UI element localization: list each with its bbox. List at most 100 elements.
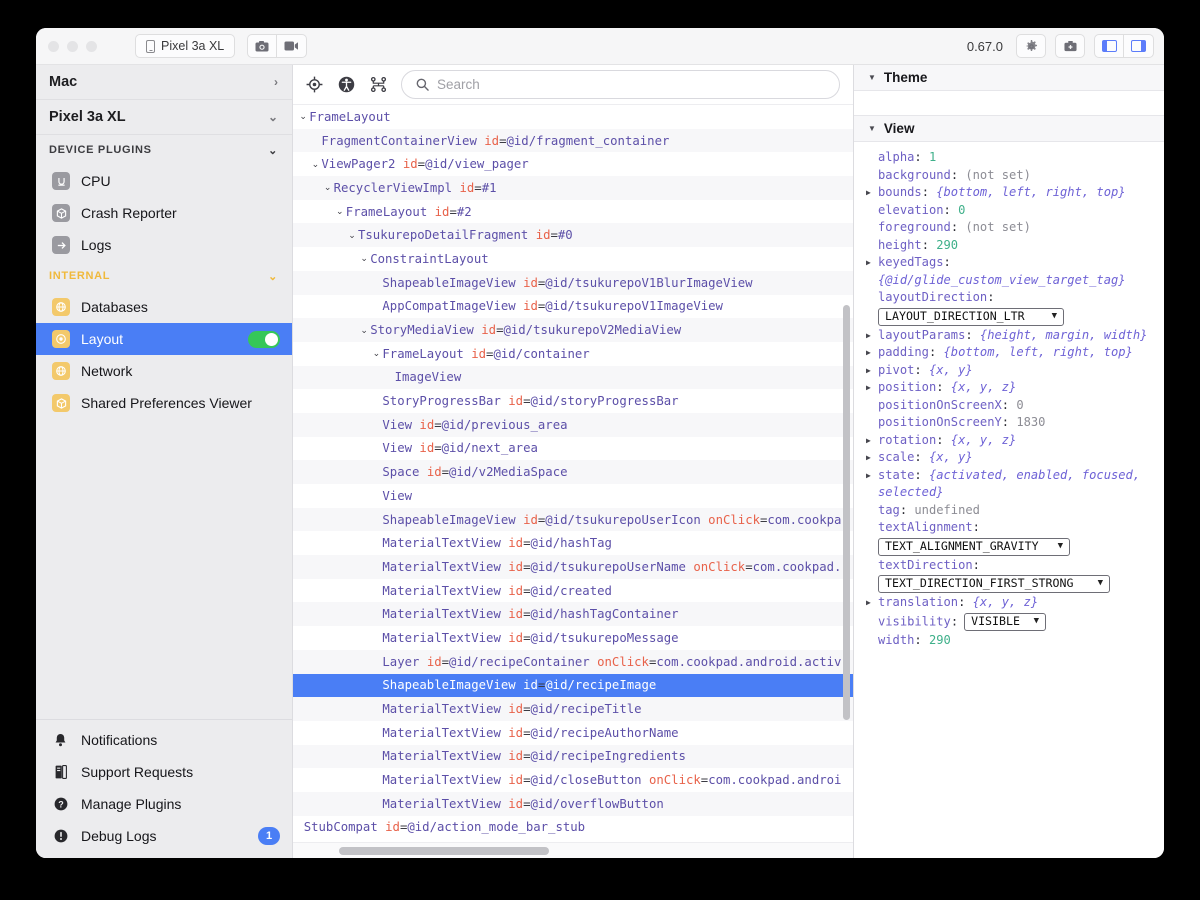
inspector-property-select[interactable]: LAYOUT_DIRECTION_LTR ▼ <box>878 307 1064 326</box>
inspector-section-view[interactable]: ▼ View <box>854 116 1164 142</box>
tree-row-expand-chevron-icon[interactable]: ⌄ <box>297 111 309 122</box>
traffic-lights[interactable] <box>48 40 97 52</box>
tree-row[interactable]: ⌄ FrameLayout id=@id/container <box>293 342 853 366</box>
sidebar-item-crash-reporter[interactable]: Crash Reporter <box>36 197 292 229</box>
tree-row[interactable]: MaterialTextView id=@id/created <box>293 579 853 603</box>
tree-row[interactable]: ⌄ ConstraintLayout <box>293 247 853 271</box>
tree-row-expand-chevron-icon[interactable]: ⌄ <box>346 230 358 241</box>
inspector-property-row: ▶ state: {activated, enabled, focused, sel… <box>854 467 1164 502</box>
sidebar-item-shared-preferences-viewer[interactable]: Shared Preferences Viewer <box>36 387 292 419</box>
left-panel-toggle-button[interactable] <box>1094 34 1124 58</box>
tree-row[interactable]: ShapeableImageView id=@id/recipeImage <box>293 673 853 698</box>
tree-row-expand-chevron-icon[interactable]: ⌄ <box>309 159 321 170</box>
tree-vertical-scrollbar[interactable] <box>843 305 850 720</box>
tree-row[interactable]: MaterialTextView id=@id/overflowButton <box>293 791 853 816</box>
tree-row[interactable]: StubCompat id=@id/action_mode_bar_stub <box>293 816 853 840</box>
inspector-property-row: background: (not set) <box>854 167 1164 185</box>
settings-button[interactable] <box>1016 34 1046 58</box>
inspector-property-select[interactable]: TEXT_ALIGNMENT_GRAVITY ▼ <box>878 537 1070 556</box>
maximize-button[interactable] <box>86 40 97 52</box>
accessibility-icon[interactable] <box>337 75 356 94</box>
sidebar-item-support-requests[interactable]: Support Requests <box>36 756 292 788</box>
right-panel-toggle-button[interactable] <box>1124 34 1154 58</box>
tree-row[interactable]: ⌄ TsukurepoDetailFragment id=#0 <box>293 223 853 248</box>
tree-row[interactable]: MaterialTextView id=@id/recipeTitle <box>293 697 853 721</box>
tree-horizontal-scrollbar-track[interactable] <box>293 842 853 858</box>
tree-row-expand-chevron-icon[interactable]: ⌄ <box>358 325 370 336</box>
device-selector-button[interactable]: Pixel 3a XL <box>135 34 236 58</box>
tree-row[interactable]: Layer id=@id/recipeContainer onClick=com… <box>293 649 853 674</box>
tree-row[interactable]: Space id=@id/v2MediaSpace <box>293 460 853 484</box>
tree-row[interactable]: ⌄ FrameLayout <box>293 105 853 129</box>
tree-row[interactable]: ImageView <box>293 365 853 390</box>
triangle-right-icon[interactable]: ▶ <box>866 467 878 485</box>
capture-button-group[interactable] <box>247 34 308 58</box>
tree-row[interactable]: MaterialTextView id = @id/tsukurepoUserNam… <box>293 555 853 579</box>
sidebar-item-notifications[interactable]: Notifications <box>36 724 292 756</box>
record-video-button[interactable] <box>277 34 308 58</box>
sidebar-item-databases[interactable]: Databases <box>36 291 292 323</box>
close-button[interactable] <box>48 40 59 52</box>
triangle-right-icon[interactable]: ▶ <box>866 379 878 397</box>
tree-row[interactable]: AppCompatImageView id=@id/tsukurepoV1Ima… <box>293 295 853 319</box>
tree-row-expand-chevron-icon[interactable]: ⌄ <box>334 206 346 217</box>
sidebar-item-manage-plugins[interactable]: ? Manage Plugins <box>36 788 292 820</box>
tree-row[interactable]: FragmentContainerView id=@id/fragment_co… <box>293 128 853 153</box>
sidebar-device-pixel[interactable]: Pixel 3a XL ⌄ <box>36 100 292 135</box>
inspector-property-select[interactable]: VISIBLE ▼ <box>964 612 1047 631</box>
tree-row[interactable]: MaterialTextView id=@id/recipeAuthorName <box>293 721 853 745</box>
triangle-right-icon[interactable]: ▶ <box>866 449 878 467</box>
bug-report-button[interactable] <box>1055 34 1085 58</box>
tree-row[interactable]: MaterialTextView id=@id/tsukurepoMessage <box>293 626 853 650</box>
search-input[interactable]: Search <box>401 70 840 99</box>
tree-row[interactable]: ⌄ StoryMediaView id=@id/tsukurepoV2MediaV… <box>293 318 853 342</box>
triangle-right-icon[interactable]: ▶ <box>866 344 878 362</box>
sidebar-section-device-plugins[interactable]: DEVICE PLUGINS ⌄ <box>36 135 292 165</box>
tree-row[interactable]: View id=@id/next_area <box>293 437 853 461</box>
tree-horizontal-scrollbar-thumb[interactable] <box>339 847 549 855</box>
sidebar-item-cpu[interactable]: CPU <box>36 165 292 197</box>
minimize-button[interactable] <box>67 40 78 52</box>
tree-row-expand-chevron-icon[interactable]: ⌄ <box>322 182 334 193</box>
tree-row[interactable]: MaterialTextView id=@id/closeButton onCl… <box>293 768 853 792</box>
sidebar-item-cpu-label: CPU <box>81 173 111 189</box>
tree-row-tag: Space <box>382 465 420 480</box>
tree-row[interactable]: View id=@id/previous_area <box>293 412 853 437</box>
triangle-right-icon[interactable]: ▶ <box>866 594 878 612</box>
triangle-right-icon[interactable]: ▶ <box>866 184 878 202</box>
tree-row[interactable]: ShapeableImageView id=@id/tsukurepoUserI… <box>293 507 853 532</box>
tree-row[interactable]: ⌄ ViewPager2 id=@id/view_pager <box>293 152 853 176</box>
sidebar-item-layout[interactable]: Layout <box>36 323 292 355</box>
tree-row[interactable]: ⌄ RecyclerViewImpl id=#1 <box>293 176 853 200</box>
screenshot-button[interactable] <box>247 34 278 58</box>
hierarchy-icon[interactable] <box>369 75 388 94</box>
inspector-property-select[interactable]: TEXT_DIRECTION_FIRST_STRONG ▼ <box>878 575 1110 593</box>
tree-row[interactable]: MaterialTextView id=@id/hashTag <box>293 531 853 555</box>
triangle-right-icon[interactable]: ▶ <box>866 432 878 450</box>
triangle-right-icon[interactable]: ▶ <box>866 362 878 380</box>
triangle-right-icon[interactable]: ▶ <box>866 327 878 345</box>
app-window: Pixel 3a XL 0.67.0 Mac › Pixel 3a XL ⌄ D… <box>36 28 1164 858</box>
tree-row[interactable]: StoryProgressBar id=@id/storyProgressBar <box>293 389 853 413</box>
sidebar-device-mac[interactable]: Mac › <box>36 65 292 100</box>
inspector-section-theme[interactable]: ▼ Theme <box>854 65 1164 91</box>
sidebar-item-debug-logs[interactable]: Debug Logs 1 <box>36 820 292 852</box>
search-icon <box>416 78 429 91</box>
panel-toggle-group[interactable] <box>1094 34 1154 58</box>
tree-row[interactable]: ShapeableImageView id=@id/tsukurepoV1Blu… <box>293 270 853 295</box>
tree-row[interactable]: View <box>293 484 853 508</box>
tree-row-expand-chevron-icon[interactable]: ⌄ <box>358 253 370 264</box>
tree-row[interactable]: MaterialTextView id=@id/recipeIngredient… <box>293 744 853 769</box>
tree-row[interactable]: ⌄ FrameLayout id=#2 <box>293 200 853 224</box>
sidebar-item-network[interactable]: Network <box>36 355 292 387</box>
layout-plugin-toggle[interactable] <box>248 330 280 348</box>
sidebar-section-internal[interactable]: INTERNAL ⌄ <box>36 261 292 291</box>
layout-tree-rows[interactable]: ⌄ FrameLayout FragmentContainerView id=@id… <box>293 105 853 842</box>
target-icon[interactable] <box>305 75 324 94</box>
inspector-property-body: foreground: (not set) <box>878 219 1031 237</box>
triangle-right-icon[interactable]: ▶ <box>866 254 878 272</box>
inspector-section-view-label: View <box>883 121 915 136</box>
sidebar-item-logs[interactable]: Logs <box>36 229 292 261</box>
tree-row[interactable]: MaterialTextView id=@id/hashTagContainer <box>293 602 853 627</box>
tree-row-expand-chevron-icon[interactable]: ⌄ <box>370 348 382 359</box>
